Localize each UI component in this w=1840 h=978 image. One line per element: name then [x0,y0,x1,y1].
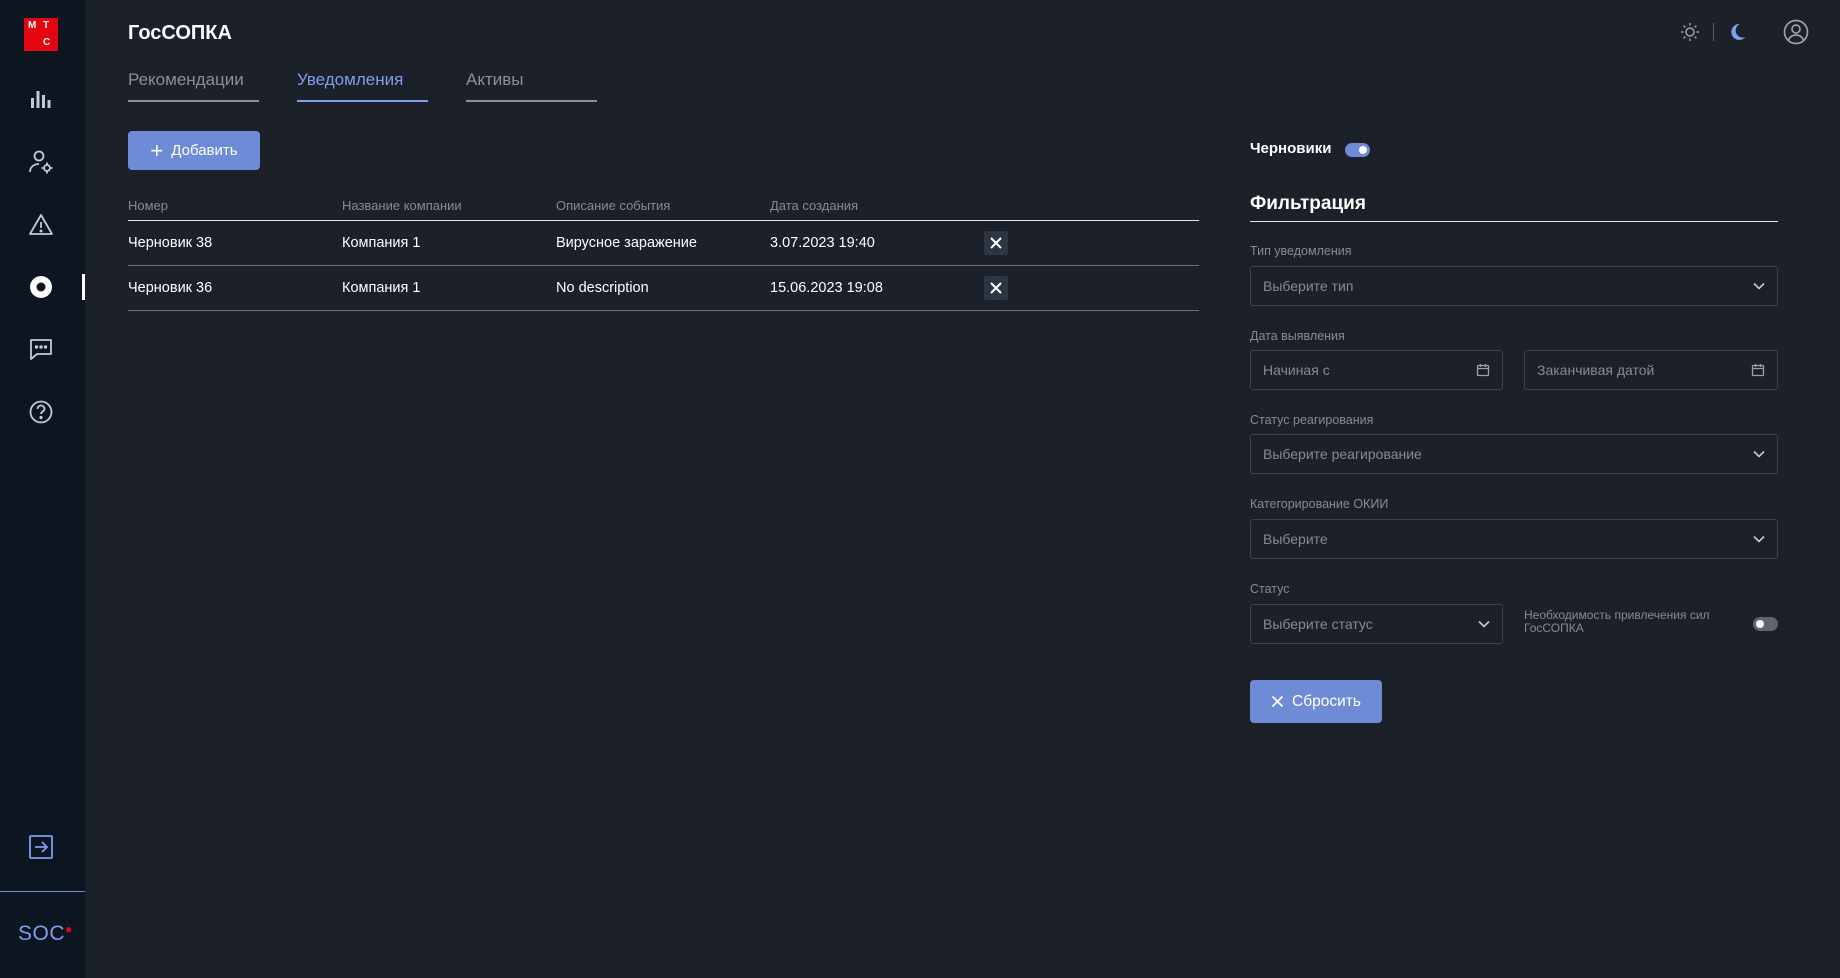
header-actions [1679,18,1810,46]
status-label: Статус [1250,582,1290,596]
column-header-number: Номер [128,198,169,213]
notifications-table: Номер Название компании Описание события… [128,196,1199,311]
toggle-knob [1359,146,1367,154]
sun-icon[interactable] [1679,21,1701,43]
okii-placeholder: Выберите [1263,531,1328,547]
delete-button[interactable] [984,231,1008,255]
notification-type-label: Тип уведомления [1250,244,1352,258]
notification-type-select[interactable]: Выберите тип [1250,266,1778,306]
soc-logo-text: SOC [18,922,66,945]
status-select[interactable]: Выберите статус [1250,604,1503,644]
notification-type-placeholder: Выберите тип [1263,278,1354,294]
chat-icon [30,339,52,360]
date-to-placeholder: Заканчивая датой [1537,362,1655,378]
logo-letter-m: М [28,20,37,31]
logo-letter-s: С [43,37,51,48]
user-settings-icon [29,150,53,174]
sidebar-item-incidents[interactable] [25,209,57,241]
soc-logo-dot: ● [65,922,73,936]
tab-assets[interactable]: Активы [466,70,597,102]
column-header-date: Дата создания [770,198,859,213]
close-icon [990,237,1002,249]
soc-logo[interactable]: SOC● [18,922,73,946]
moon-icon[interactable] [1726,21,1748,43]
status-placeholder: Выберите статус [1263,616,1373,632]
sidebar-item-messages[interactable] [25,333,57,365]
chevron-down-icon [1478,620,1490,628]
drafts-label: Черновики [1250,140,1332,157]
table-row[interactable]: Черновик 38 Компания 1 Вирусное заражени… [128,221,1199,266]
sidebar-divider [0,891,85,892]
response-status-placeholder: Выберите реагирование [1263,446,1422,462]
calendar-icon [1476,364,1490,377]
active-indicator [82,274,85,300]
okii-select[interactable]: Выберите [1250,519,1778,559]
response-status-label: Статус реагирования [1250,413,1374,427]
cell-number: Черновик 36 [128,280,213,296]
add-button-label: Добавить [171,142,238,159]
cell-company: Компания 1 [342,280,421,296]
logout-icon [29,835,53,859]
sidebar-item-gossopka[interactable] [25,271,57,303]
table-header: Номер Название компании Описание события… [128,196,1199,221]
tabs: Рекомендации Уведомления Активы [128,70,635,102]
filter-title: Фильтрация [1250,193,1778,222]
sidebar: М Т С SOC● [0,0,85,978]
sidebar-item-analytics[interactable] [25,83,57,115]
date-from-input[interactable]: Начиная с [1250,350,1503,390]
table-row[interactable]: Черновик 36 Компания 1 No description 15… [128,266,1199,311]
cell-company: Компания 1 [342,235,421,251]
tab-notifications[interactable]: Уведомления [297,70,428,102]
date-from-placeholder: Начиная с [1263,362,1330,378]
logout-button[interactable] [25,831,57,863]
cell-description: No description [556,280,649,296]
chevron-down-icon [1753,450,1765,458]
column-header-description: Описание события [556,198,671,213]
target-icon [30,276,52,298]
toggle-knob [1756,620,1764,628]
date-to-input[interactable]: Заканчивая датой [1524,350,1778,390]
app-title: ГосСОПКА [128,22,232,44]
tab-recommendations[interactable]: Рекомендации [128,70,259,102]
plus-icon: + [150,137,164,163]
column-header-company: Название компании [342,198,462,213]
theme-separator [1713,23,1714,41]
need-forces-label: Необходимость привлечения сил ГосСОПКА [1524,608,1710,635]
cell-date: 15.06.2023 19:08 [770,280,883,296]
drafts-toggle[interactable] [1345,143,1370,157]
chevron-down-icon [1753,282,1765,290]
cell-number: Черновик 38 [128,235,213,251]
reset-button[interactable]: Сбросить [1250,680,1382,723]
chevron-down-icon [1753,535,1765,543]
bar-chart-icon [31,91,51,108]
calendar-icon [1751,364,1765,377]
sidebar-item-help[interactable] [25,396,57,428]
mts-logo[interactable]: М Т С [24,18,58,51]
logo-letter-t: Т [43,20,50,31]
warning-icon [29,214,53,235]
sidebar-item-users[interactable] [25,146,57,178]
response-status-select[interactable]: Выберите реагирование [1250,434,1778,474]
cell-description: Вирусное заражение [556,235,697,251]
help-icon [29,400,53,424]
need-forces-toggle[interactable] [1753,617,1778,631]
user-profile-icon[interactable] [1782,18,1810,46]
add-button[interactable]: + Добавить [128,131,260,170]
delete-button[interactable] [984,276,1008,300]
okii-label: Категорирование ОКИИ [1250,497,1389,511]
detection-date-label: Дата выявления [1250,329,1345,343]
close-icon [990,282,1002,294]
cell-date: 3.07.2023 19:40 [770,235,875,251]
close-icon [1271,695,1284,708]
reset-button-label: Сбросить [1292,692,1361,710]
